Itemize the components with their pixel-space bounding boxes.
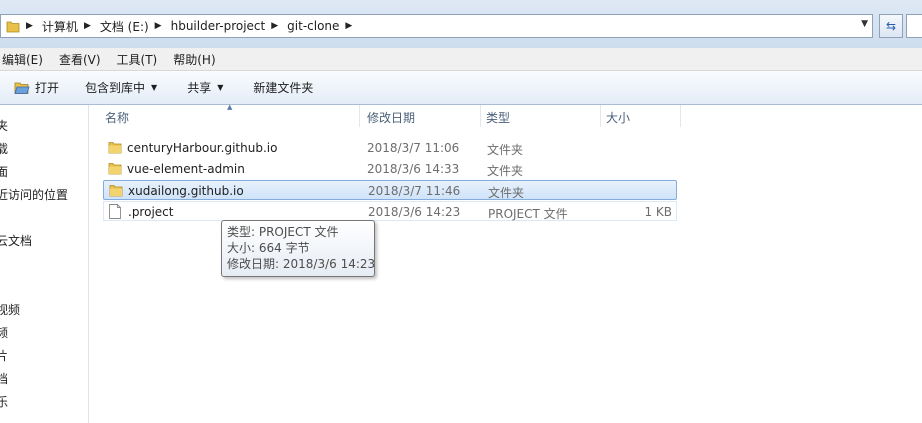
file-name[interactable]: xudailong.github.io [128, 184, 244, 198]
tooltip-size: 大小: 664 字节 [227, 241, 310, 255]
breadcrumb-computer[interactable]: 计算机 [42, 18, 78, 35]
column-divider[interactable] [480, 105, 481, 127]
file-date: 2018/3/6 14:33 [367, 162, 460, 176]
breadcrumb-drive[interactable]: 文档 (E:) [100, 18, 149, 35]
breadcrumb-git-clone[interactable]: git-clone [287, 19, 339, 33]
menu-bar: 编辑(E) 查看(V) 工具(T) 帮助(H) [0, 48, 922, 71]
address-bar-area: ▶ 计算机 ▶ 文档 (E:) ▶ hbuilder-project ▶ git… [0, 0, 922, 48]
nav-item-music[interactable]: 乐 [0, 393, 8, 410]
include-in-library-button[interactable]: 包含到库中 ▼ [85, 79, 157, 96]
chevron-right-icon[interactable]: ▶ [271, 21, 278, 31]
column-divider[interactable] [359, 105, 360, 127]
new-folder-label: 新建文件夹 [253, 81, 314, 95]
open-folder-icon [14, 81, 30, 95]
file-row-hovered[interactable]: .project 2018/3/6 14:23 PROJECT 文件 1 KB [103, 201, 677, 221]
file-date: 2018/3/7 11:06 [367, 141, 460, 155]
address-bar[interactable]: ▶ 计算机 ▶ 文档 (E:) ▶ hbuilder-project ▶ git… [0, 14, 873, 38]
file-list[interactable]: ▲ 名称 修改日期 类型 大小 centuryHarbour.github.io… [89, 103, 922, 423]
file-size: 1 KB [644, 205, 672, 219]
file-info-tooltip: 类型: PROJECT 文件 大小: 664 字节 修改日期: 2018/3/6… [221, 220, 375, 277]
refresh-icon: ⇆ [885, 19, 897, 33]
file-row-selected[interactable]: xudailong.github.io 2018/3/7 11:46 文件夹 [103, 180, 677, 200]
tooltip-date: 修改日期: 2018/3/6 14:23 [227, 257, 376, 271]
column-header-type[interactable]: 类型 [486, 105, 510, 127]
column-header-size[interactable]: 大小 [606, 105, 630, 127]
file-date: 2018/3/7 11:46 [368, 184, 461, 198]
file-type: 文件夹 [487, 164, 524, 178]
new-folder-button[interactable]: 新建文件夹 [253, 79, 313, 96]
nav-item-media[interactable]: 频 [0, 324, 8, 341]
file-name[interactable]: .project [128, 205, 173, 219]
breadcrumb-hbuilder-project[interactable]: hbuilder-project [171, 19, 266, 33]
column-header-name[interactable]: 名称 [105, 105, 129, 127]
column-divider[interactable] [680, 105, 681, 127]
chevron-right-icon[interactable]: ▶ [84, 21, 91, 31]
folder-icon [108, 162, 122, 175]
chevron-right-icon[interactable]: ▶ [155, 21, 162, 31]
navigation-pane[interactable]: 夹 载 面 近访问的位置 云文档 视频 频 片 档 乐 [0, 105, 89, 423]
open-button[interactable]: 打开 [14, 79, 59, 96]
share-label: 共享 [187, 81, 212, 95]
column-header-date[interactable]: 修改日期 [367, 105, 415, 127]
file-name[interactable]: centuryHarbour.github.io [127, 141, 277, 155]
chevron-right-icon[interactable]: ▶ [26, 21, 33, 31]
refresh-button[interactable]: ⇆ [879, 14, 903, 38]
file-row[interactable]: vue-element-admin 2018/3/6 14:33 文件夹 [103, 159, 677, 179]
file-icon [109, 204, 121, 219]
chevron-right-icon[interactable]: ▶ [345, 21, 352, 31]
menu-view[interactable]: 查看(V) [59, 51, 101, 68]
sort-ascending-icon: ▲ [227, 103, 233, 111]
chevron-down-icon: ▼ [151, 83, 158, 92]
file-type: 文件夹 [488, 186, 525, 200]
file-row[interactable]: centuryHarbour.github.io 2018/3/7 11:06 … [103, 138, 677, 158]
chevron-down-icon[interactable]: ▼ [861, 19, 868, 29]
folder-icon [108, 141, 122, 154]
include-in-library-label: 包含到库中 [85, 81, 146, 95]
file-name[interactable]: vue-element-admin [127, 162, 245, 176]
file-type: 文件夹 [487, 143, 524, 157]
menu-edit[interactable]: 编辑(E) [2, 51, 43, 68]
nav-item-cloud-docs[interactable]: 云文档 [0, 232, 32, 249]
column-divider[interactable] [600, 105, 601, 127]
file-date: 2018/3/6 14:23 [368, 205, 461, 219]
tooltip-type: 类型: PROJECT 文件 [227, 225, 339, 239]
file-type: PROJECT 文件 [488, 207, 568, 221]
command-bar: 打开 包含到库中 ▼ 共享 ▼ 新建文件夹 [0, 71, 922, 105]
search-input[interactable] [906, 14, 922, 38]
nav-item-documents[interactable]: 档 [0, 370, 8, 387]
nav-item-videos[interactable]: 视频 [0, 301, 20, 318]
nav-item-pictures[interactable]: 片 [0, 347, 8, 364]
open-label: 打开 [35, 81, 60, 95]
nav-item-downloads[interactable]: 载 [0, 140, 8, 157]
nav-item-desktop[interactable]: 面 [0, 163, 8, 180]
folder-icon [109, 184, 123, 197]
nav-item-favorites[interactable]: 夹 [0, 117, 8, 134]
folder-icon [6, 19, 20, 33]
share-button[interactable]: 共享 ▼ [187, 79, 223, 96]
chevron-down-icon: ▼ [217, 83, 224, 92]
menu-tools[interactable]: 工具(T) [117, 51, 158, 68]
nav-item-recent-places[interactable]: 近访问的位置 [0, 186, 68, 203]
menu-help[interactable]: 帮助(H) [173, 51, 215, 68]
